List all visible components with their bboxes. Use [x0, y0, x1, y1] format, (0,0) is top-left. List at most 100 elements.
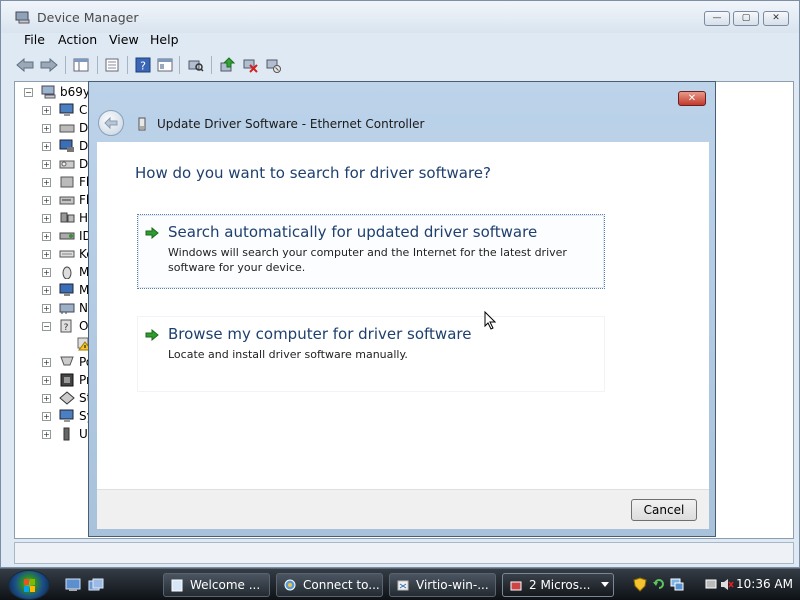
back-arrow-icon	[104, 117, 118, 129]
dialog-title: Update Driver Software - Ethernet Contro…	[157, 117, 425, 131]
clock[interactable]: 10:36 AM	[736, 577, 793, 591]
properties-icon[interactable]	[102, 55, 122, 75]
task-label: Welcome ...	[190, 578, 261, 592]
tree-item[interactable]: + Co	[15, 102, 95, 120]
tree-item[interactable]: + ID	[15, 228, 95, 246]
cancel-button[interactable]: Cancel	[631, 499, 697, 521]
collapse-icon[interactable]: −	[24, 88, 33, 97]
uninstall-icon[interactable]	[263, 55, 283, 75]
browse-computer-option[interactable]: Browse my computer for driver software L…	[137, 316, 605, 392]
option-title: Search automatically for updated driver …	[168, 223, 538, 241]
security-icon[interactable]	[633, 577, 647, 592]
usb-icon[interactable]	[704, 577, 718, 592]
back-button[interactable]	[98, 110, 124, 136]
expand-icon[interactable]: +	[42, 160, 51, 169]
expand-icon[interactable]: +	[42, 196, 51, 205]
taskbar-item-connect[interactable]: Connect to...	[276, 573, 383, 597]
tree-item[interactable]: + Mi	[15, 264, 95, 282]
disable-icon[interactable]	[240, 55, 260, 75]
network-icon	[284, 579, 296, 591]
tree-item[interactable]: + St	[15, 390, 95, 408]
taskbar-item-welcome[interactable]: Welcome ...	[163, 573, 270, 597]
menu-file[interactable]: File	[24, 32, 45, 47]
tree-item[interactable]: + Ur	[15, 426, 95, 444]
option-description: Locate and install driver software manua…	[168, 348, 408, 361]
device-manager-icon	[15, 11, 30, 24]
taskbar: Welcome ... Connect to... Virtio-win-...…	[0, 568, 800, 600]
status-bar	[14, 542, 794, 564]
expand-icon[interactable]: +	[42, 214, 51, 223]
expand-icon[interactable]: +	[42, 394, 51, 403]
expand-icon[interactable]: +	[42, 304, 51, 313]
mouse-cursor-icon	[484, 311, 496, 330]
svg-text:?: ?	[140, 60, 146, 73]
device-icon	[138, 117, 146, 131]
dialog-close-button[interactable]: ✕	[678, 91, 706, 106]
menu-action[interactable]: Action	[58, 32, 97, 47]
expand-icon[interactable]: +	[42, 286, 51, 295]
tree-item[interactable]: + Pr	[15, 372, 95, 390]
update-driver-icon[interactable]	[217, 55, 237, 75]
ide-controller-icon	[59, 232, 75, 240]
tree-item[interactable]: + Di	[15, 138, 95, 156]
tree-item[interactable]: +DV	[15, 156, 96, 174]
switch-windows-icon[interactable]	[88, 578, 104, 592]
scan-hardware-icon[interactable]	[186, 55, 206, 75]
expand-icon[interactable]: +	[42, 358, 51, 367]
expand-icon[interactable]: +	[42, 142, 51, 151]
collapse-icon[interactable]: −	[42, 322, 51, 331]
expand-icon[interactable]: +	[42, 232, 51, 241]
tree-item[interactable]: + Di	[15, 120, 95, 138]
volume-muted-icon[interactable]	[720, 577, 734, 592]
hid-icon	[60, 212, 75, 223]
expand-icon[interactable]: +	[42, 106, 51, 115]
system-devices-icon	[59, 409, 74, 422]
green-arrow-icon	[145, 329, 159, 341]
floppy-drive-icon	[59, 196, 75, 205]
expand-icon[interactable]: +	[42, 250, 51, 259]
maximize-button[interactable]: ▢	[733, 11, 759, 26]
close-button[interactable]: ✕	[763, 11, 789, 26]
tree-item[interactable]: +Ne	[15, 300, 95, 318]
expand-icon[interactable]: +	[42, 412, 51, 421]
menu-help[interactable]: Help	[150, 32, 179, 47]
forward-icon[interactable]	[39, 55, 59, 75]
tree-item[interactable]: + Sy	[15, 408, 95, 426]
tree-item[interactable]: + Fl	[15, 192, 95, 210]
start-button[interactable]	[8, 570, 50, 600]
keyboard-icon	[59, 250, 75, 258]
tree-item[interactable]: + Mi	[15, 282, 95, 300]
tree-item[interactable]: + Ke	[15, 246, 95, 264]
view-icon[interactable]	[155, 55, 175, 75]
expand-icon[interactable]: +	[42, 178, 51, 187]
task-label: Virtio-win-...	[416, 578, 489, 592]
tree-item-expanded[interactable]: −? Ot	[15, 318, 95, 336]
tree-root[interactable]: − b69y6	[15, 84, 98, 102]
tree-item[interactable]: +Hu	[15, 210, 96, 228]
expand-icon[interactable]: +	[42, 376, 51, 385]
title-bar[interactable]: Device Manager — ▢ ✕	[1, 1, 799, 33]
expand-icon[interactable]: +	[42, 268, 51, 277]
option-title: Browse my computer for driver software	[168, 325, 472, 343]
option-description: Windows will search your computer and th…	[168, 246, 567, 274]
tree-item[interactable]: + Po	[15, 354, 95, 372]
taskbar-item-virtio[interactable]: Virtio-win-...	[389, 573, 496, 597]
system-tray: 10:36 AM	[628, 573, 800, 597]
console-tree-icon[interactable]	[71, 55, 91, 75]
disk-drive-icon	[59, 124, 75, 133]
refresh-icon[interactable]	[652, 577, 666, 592]
tree-item[interactable]: + Fl	[15, 174, 95, 192]
tree-child-ethernet-controller[interactable]	[15, 336, 95, 354]
expand-icon[interactable]: +	[42, 124, 51, 133]
display-adapter-icon	[59, 139, 74, 152]
network-icon[interactable]	[670, 577, 684, 592]
menu-view[interactable]: View	[109, 32, 139, 47]
minimize-button[interactable]: —	[704, 11, 730, 26]
help-icon[interactable]: ?	[133, 55, 153, 75]
expand-icon[interactable]: +	[42, 430, 51, 439]
search-automatically-option[interactable]: Search automatically for updated driver …	[137, 214, 605, 289]
document-icon	[171, 579, 183, 592]
taskbar-item-microsoft-group[interactable]: 2 Micros...	[502, 573, 614, 597]
show-desktop-icon[interactable]	[65, 578, 81, 592]
back-icon[interactable]	[15, 55, 35, 75]
